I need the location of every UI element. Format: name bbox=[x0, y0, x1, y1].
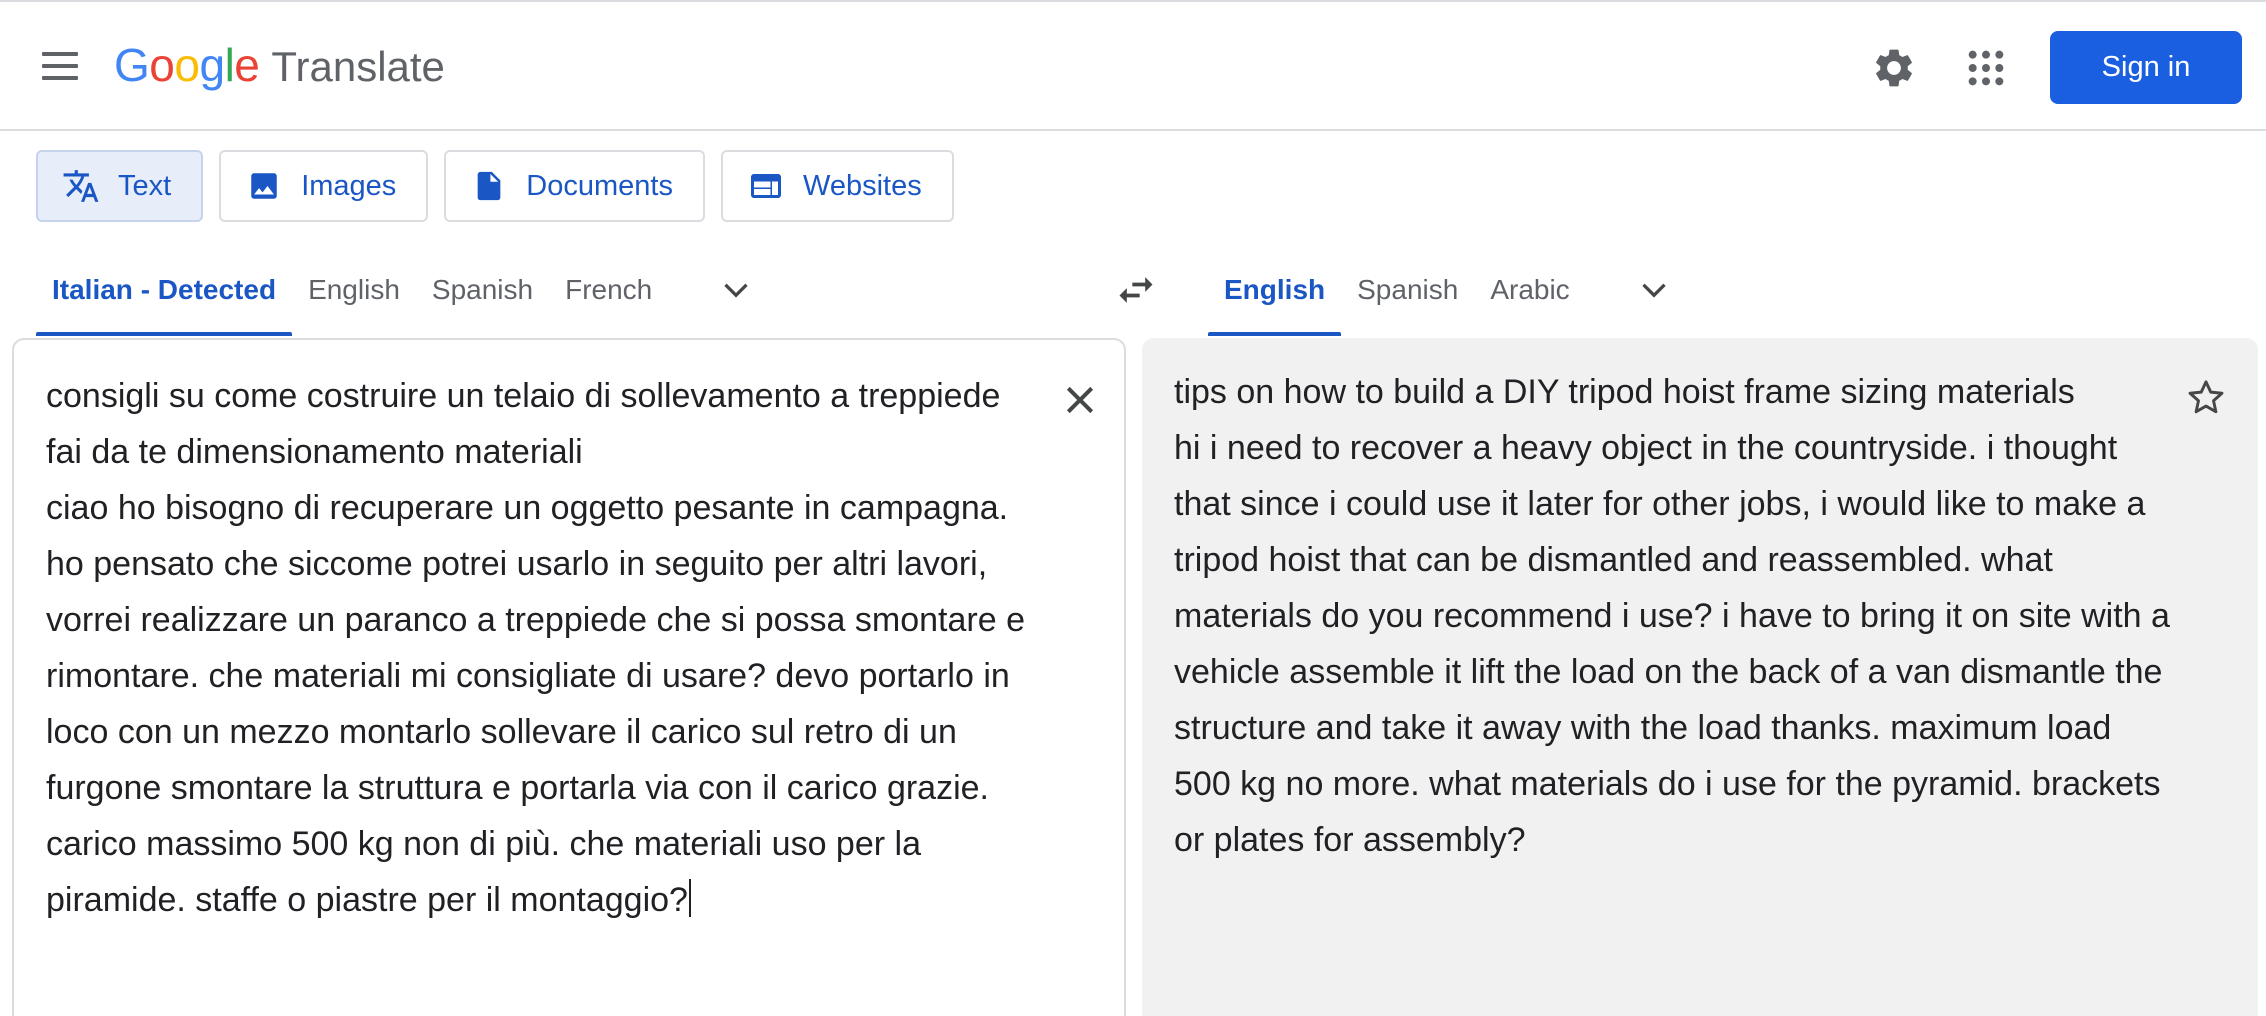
target-lang-spanish-tab[interactable]: Spanish bbox=[1341, 252, 1474, 328]
target-language-bar: English Spanish Arabic bbox=[1208, 252, 1682, 338]
translate-icon bbox=[62, 167, 100, 205]
gear-icon bbox=[1876, 49, 1912, 87]
source-lang-dropdown[interactable] bbox=[708, 252, 764, 328]
logo-letter-3: o bbox=[174, 39, 200, 91]
document-icon bbox=[470, 167, 508, 205]
source-text: consigli su come costruire un telaio di … bbox=[46, 377, 1025, 919]
source-language-bar: Italian - Detected English Spanish Frenc… bbox=[36, 252, 764, 338]
target-lang-english-tab[interactable]: English bbox=[1208, 252, 1342, 336]
clear-source-button[interactable] bbox=[1050, 370, 1110, 430]
mode-documents-label: Documents bbox=[526, 169, 673, 202]
mode-websites-button[interactable]: Websites bbox=[720, 150, 954, 222]
translation-panel: tips on how to build a DIY tripod hoist … bbox=[1142, 338, 2258, 1016]
menu-icon[interactable] bbox=[38, 52, 82, 84]
close-icon bbox=[1066, 386, 1094, 414]
google-translate-logo[interactable]: G o o g l e Translate bbox=[114, 38, 445, 98]
swap-languages-button[interactable] bbox=[1108, 262, 1164, 318]
source-lang-french-tab[interactable]: French bbox=[549, 252, 668, 328]
product-name: Translate bbox=[271, 43, 445, 90]
logo-letter-5: l bbox=[224, 39, 235, 91]
sign-in-button[interactable]: Sign in bbox=[2050, 31, 2242, 104]
mode-websites-label: Websites bbox=[802, 169, 922, 202]
website-icon bbox=[747, 167, 785, 205]
app-header: G o o g l e Translate Sign in bbox=[0, 0, 2266, 131]
mode-text-button[interactable]: Text bbox=[36, 150, 204, 222]
mode-images-label: Images bbox=[301, 169, 397, 202]
swap-icon bbox=[1119, 277, 1153, 303]
source-lang-detected-tab[interactable]: Italian - Detected bbox=[36, 252, 293, 336]
source-lang-spanish-tab[interactable]: Spanish bbox=[416, 252, 549, 328]
translated-text: tips on how to build a DIY tripod hoist … bbox=[1174, 373, 2170, 859]
source-text-panel: consigli su come costruire un telaio di … bbox=[12, 338, 1126, 1016]
logo-letter-4: g bbox=[199, 39, 225, 91]
settings-button[interactable] bbox=[1866, 40, 1922, 96]
mode-images-button[interactable]: Images bbox=[219, 150, 429, 222]
source-lang-english-tab[interactable]: English bbox=[292, 252, 416, 328]
logo-letter-1: G bbox=[114, 39, 150, 91]
chevron-down-icon bbox=[724, 283, 748, 298]
star-icon bbox=[2188, 380, 2224, 414]
mode-selector: Text Images Documents Websites bbox=[36, 150, 954, 222]
apps-grid-icon bbox=[1968, 50, 2004, 86]
target-lang-dropdown[interactable] bbox=[1626, 252, 1682, 328]
source-textarea[interactable]: consigli su come costruire un telaio di … bbox=[46, 368, 1026, 928]
target-lang-arabic-tab[interactable]: Arabic bbox=[1474, 252, 1585, 328]
logo-letter-2: o bbox=[149, 39, 175, 91]
save-translation-button[interactable] bbox=[2176, 368, 2236, 428]
mode-documents-button[interactable]: Documents bbox=[444, 150, 705, 222]
apps-button[interactable] bbox=[1958, 40, 2014, 96]
mode-text-label: Text bbox=[118, 169, 172, 202]
image-icon bbox=[245, 167, 283, 205]
chevron-down-icon bbox=[1642, 283, 1666, 298]
text-cursor bbox=[688, 879, 691, 917]
logo-letter-6: e bbox=[234, 39, 260, 91]
